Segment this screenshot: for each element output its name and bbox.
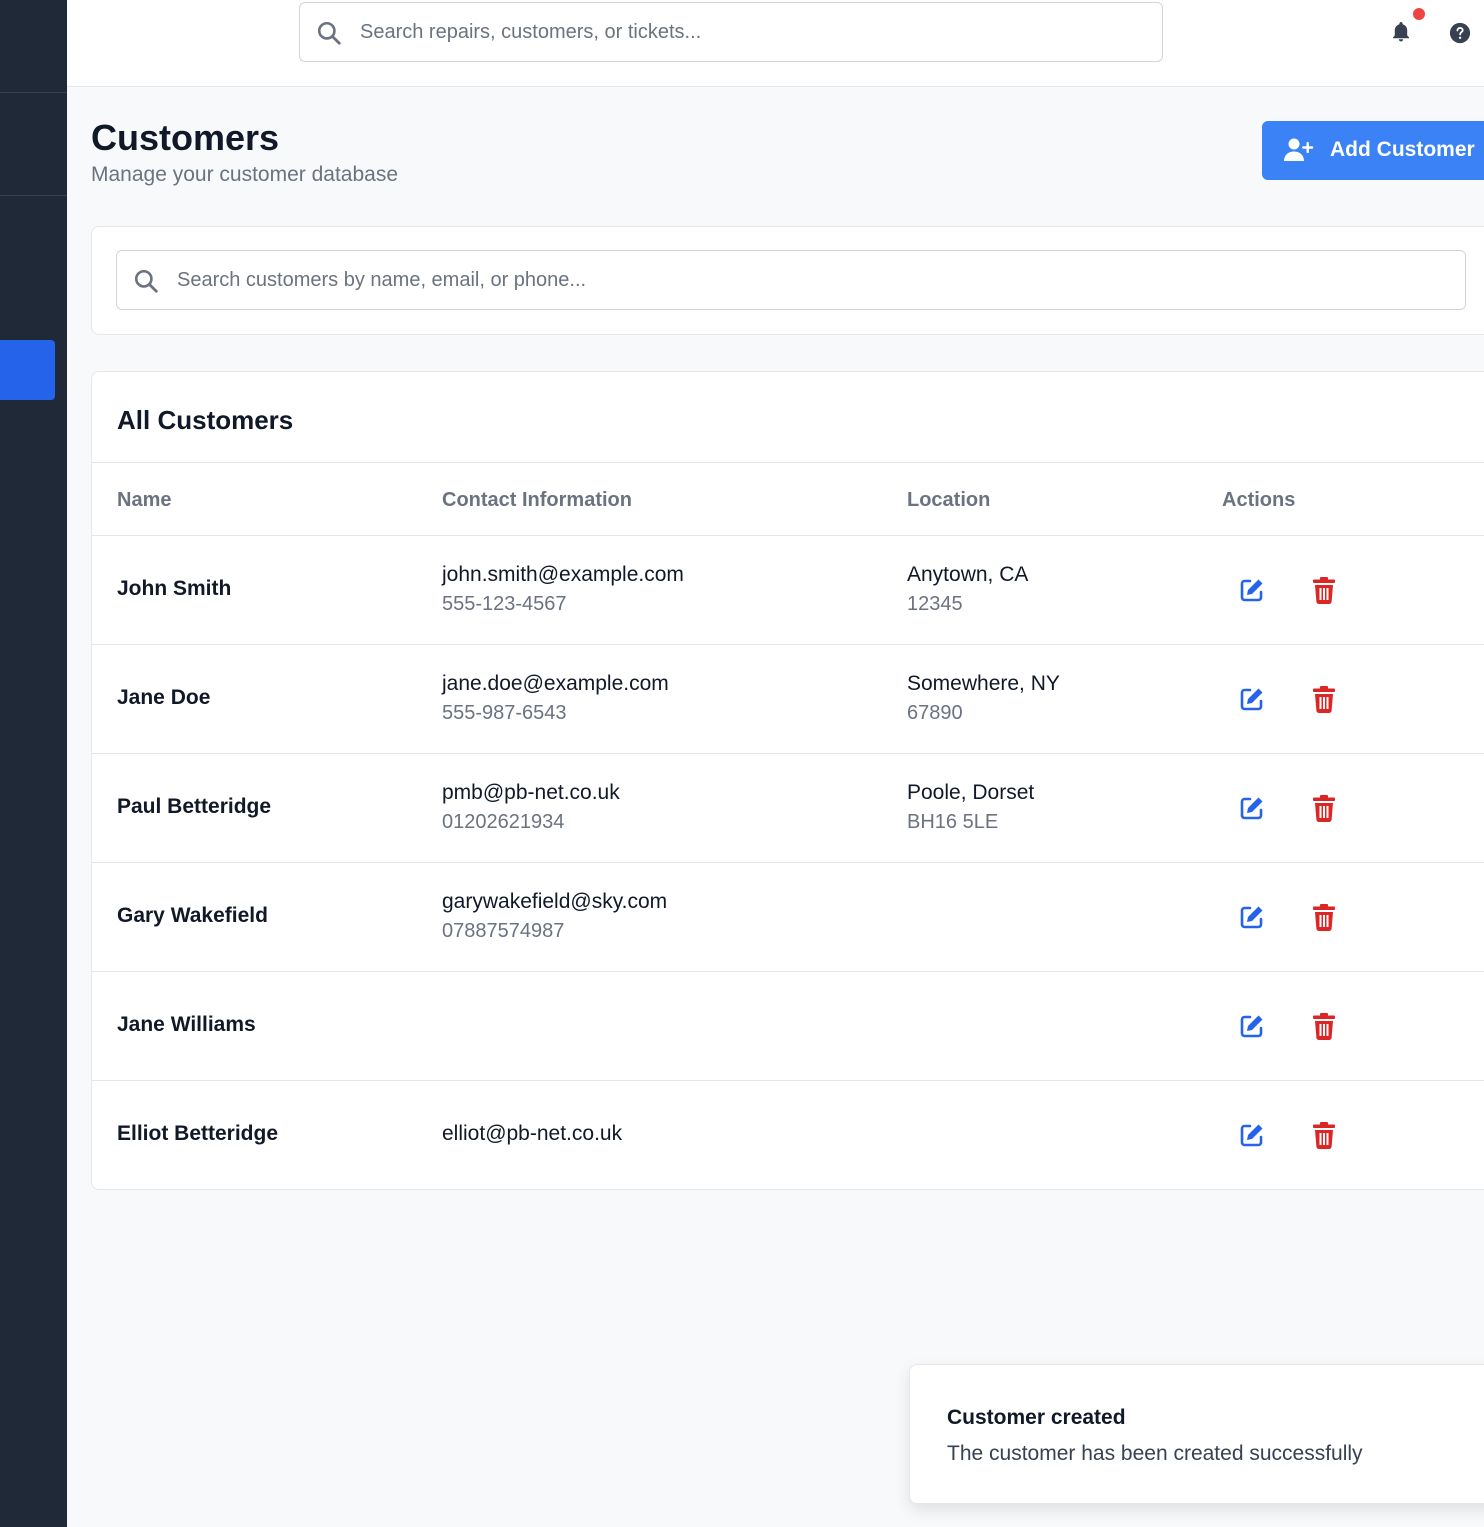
toast-title: Customer created — [947, 1406, 1126, 1429]
add-customer-button[interactable]: Add Customer — [1262, 121, 1484, 180]
table-row: Elliot Betteridge elliot@pb-net.co.uk — [92, 1081, 1484, 1189]
customer-name: John Smith — [117, 577, 232, 600]
customer-zip: 12345 — [907, 593, 963, 615]
customer-search-input[interactable] — [177, 251, 1447, 309]
customer-name: Gary Wakefield — [117, 904, 268, 927]
customer-name: Jane Doe — [117, 686, 211, 709]
customer-phone: 07887574987 — [442, 920, 565, 942]
customer-phone: 01202621934 — [442, 811, 565, 833]
column-header-contact: Contact Information — [442, 489, 632, 511]
customer-city: Anytown, CA — [907, 563, 1029, 586]
edit-icon[interactable] — [1238, 794, 1266, 822]
page-title: Customers — [91, 117, 280, 158]
edit-icon[interactable] — [1238, 903, 1266, 931]
edit-icon[interactable] — [1238, 685, 1266, 713]
sidebar-divider — [0, 92, 67, 93]
customer-search-card — [91, 226, 1484, 335]
edit-icon[interactable] — [1238, 1121, 1266, 1149]
divider — [92, 462, 1484, 463]
help-icon[interactable] — [1449, 22, 1471, 44]
trash-icon[interactable] — [1312, 794, 1336, 822]
trash-icon[interactable] — [1312, 685, 1336, 713]
customer-phone: 555-987-6543 — [442, 702, 567, 724]
customer-zip: 67890 — [907, 702, 963, 724]
search-icon — [134, 269, 158, 293]
table-row: Jane Williams — [92, 972, 1484, 1081]
table-row: Jane Doe jane.doe@example.com 555-987-65… — [92, 645, 1484, 754]
customers-table-card: All Customers Name Contact Information L… — [91, 371, 1484, 1190]
sidebar — [0, 0, 67, 1527]
global-search — [299, 2, 1163, 62]
user-plus-icon — [1284, 138, 1314, 161]
trash-icon[interactable] — [1312, 1121, 1336, 1149]
table-row: John Smith john.smith@example.com 555-12… — [92, 536, 1484, 645]
trash-icon[interactable] — [1312, 903, 1336, 931]
table-row: Paul Betteridge pmb@pb-net.co.uk 0120262… — [92, 754, 1484, 863]
topbar — [67, 0, 1484, 87]
customer-email: jane.doe@example.com — [442, 672, 669, 695]
customer-search — [116, 250, 1466, 310]
global-search-input[interactable] — [360, 3, 1150, 61]
notification-badge — [1413, 8, 1425, 20]
trash-icon[interactable] — [1312, 576, 1336, 604]
column-header-name: Name — [117, 489, 172, 511]
customer-name: Paul Betteridge — [117, 795, 272, 818]
customer-email: garywakefield@sky.com — [442, 890, 668, 913]
toast-notification: Customer created The customer has been c… — [909, 1364, 1484, 1504]
customer-email: elliot@pb-net.co.uk — [442, 1122, 623, 1145]
trash-icon[interactable] — [1312, 1012, 1336, 1040]
search-icon — [317, 21, 341, 45]
page-subtitle: Manage your customer database — [91, 163, 399, 186]
column-header-actions: Actions — [1222, 489, 1296, 511]
customer-email: john.smith@example.com — [442, 563, 684, 586]
sidebar-item-customers-active[interactable] — [0, 340, 55, 400]
toast-description: The customer has been created successful… — [947, 1442, 1363, 1465]
customer-email: pmb@pb-net.co.uk — [442, 781, 620, 804]
customer-city: Somewhere, NY — [907, 672, 1060, 695]
table-title: All Customers — [117, 405, 294, 435]
customer-phone: 555-123-4567 — [442, 593, 567, 615]
edit-icon[interactable] — [1238, 576, 1266, 604]
column-header-location: Location — [907, 489, 991, 511]
customer-zip: BH16 5LE — [907, 811, 999, 833]
customer-name: Jane Williams — [117, 1013, 256, 1036]
edit-icon[interactable] — [1238, 1012, 1266, 1040]
bell-icon[interactable] — [1389, 20, 1413, 44]
customer-city: Poole, Dorset — [907, 781, 1035, 804]
customer-name: Elliot Betteridge — [117, 1122, 279, 1145]
table-row: Gary Wakefield garywakefield@sky.com 078… — [92, 863, 1484, 972]
add-customer-label: Add Customer — [1330, 138, 1475, 161]
sidebar-divider — [0, 195, 67, 196]
